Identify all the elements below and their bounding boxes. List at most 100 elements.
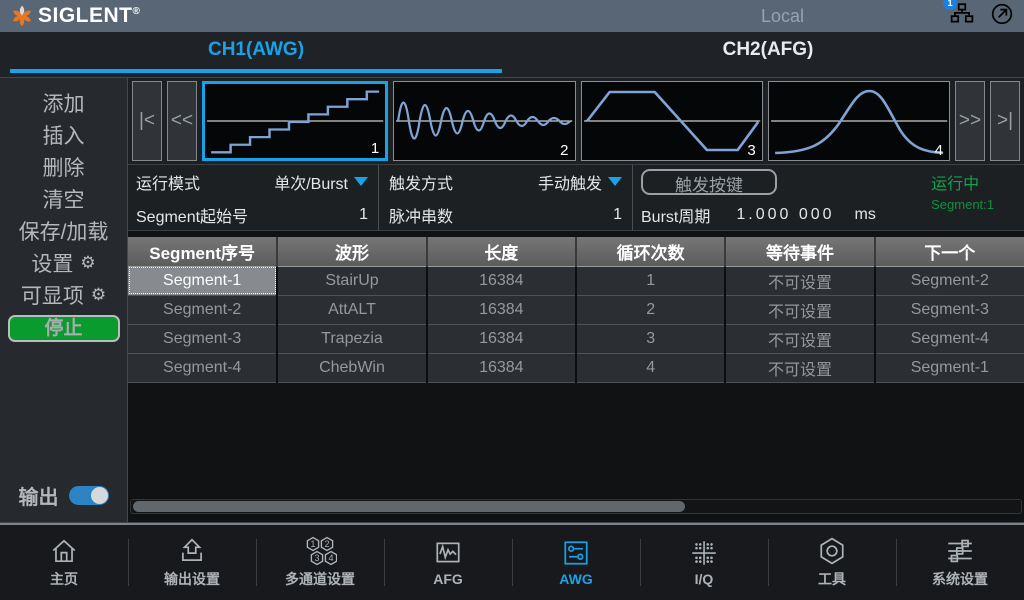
tab-ch1-label: CH1(AWG) xyxy=(207,39,305,60)
burst-period-unit: ms xyxy=(854,205,876,223)
cell-wait-event[interactable]: 不可设置 xyxy=(725,324,876,354)
output-arrow-icon xyxy=(182,538,202,561)
segment-table-area: Segment序号 波形 长度 循环次数 等待事件 下一个 Segment-1 … xyxy=(128,231,1024,522)
output-row: 输出 xyxy=(0,481,127,510)
channel-tabs: CH1(AWG) CH2(AFG) xyxy=(0,32,1024,77)
cell-next[interactable]: Segment-1 xyxy=(874,353,1024,383)
sidebar: 添加 插入 删除 清空 保存/加载 设置 ⚙ 可显项 ⚙ 停止 输出 xyxy=(0,78,128,522)
sidebar-item-insert[interactable]: 插入 xyxy=(0,119,127,151)
sidebar-item-display-options[interactable]: 可显项 ⚙ xyxy=(0,279,127,311)
strip-first-button[interactable]: |< xyxy=(132,81,162,161)
output-toggle[interactable] xyxy=(68,486,109,505)
waveform-thumb-trapezia[interactable]: 3 xyxy=(580,81,763,161)
scrollbar-thumb[interactable] xyxy=(133,501,685,512)
burst-period-label: Burst周期 xyxy=(641,208,711,226)
segment-start-value[interactable]: 1 xyxy=(359,206,368,224)
cell-segment[interactable]: Segment-1 xyxy=(128,266,279,296)
trigger-mode-dropdown[interactable]: 手动触发 xyxy=(538,170,622,194)
cell-length[interactable]: 16384 xyxy=(426,295,577,325)
sidebar-item-settings[interactable]: 设置 ⚙ xyxy=(0,247,127,279)
sidebar-item-add[interactable]: 添加 xyxy=(0,87,127,119)
cell-segment[interactable]: Segment-4 xyxy=(128,353,279,383)
burst-period-value[interactable]: 1.000 000 xyxy=(736,206,834,224)
pulse-count-value[interactable]: 1 xyxy=(613,206,622,224)
running-state-label: 运行中 xyxy=(931,176,980,193)
running-status: 运行中 Segment:1 xyxy=(931,170,994,212)
strip-prev-button[interactable]: << xyxy=(167,81,197,161)
chebwin-waveform-icon xyxy=(770,89,947,155)
cell-next[interactable]: Segment-4 xyxy=(874,324,1024,354)
cell-next[interactable]: Segment-2 xyxy=(874,266,1024,296)
running-segment-label: Segment:1 xyxy=(931,197,994,212)
cell-wait-event[interactable]: 不可设置 xyxy=(725,266,876,296)
nav-afg[interactable]: AFG xyxy=(384,525,512,600)
stairup-waveform-icon xyxy=(207,90,384,154)
strip-next-button[interactable]: >> xyxy=(955,81,985,161)
output-label: 输出 xyxy=(18,487,59,509)
burst-settings: 运行模式 单次/Burst 触发方式 手动触发 触发按键 Segment起始号 … xyxy=(128,165,1024,231)
waveform-thumb-chebwin[interactable]: 4 xyxy=(767,81,950,161)
afg-waveform-icon xyxy=(436,542,460,563)
cell-wait-event[interactable]: 不可设置 xyxy=(725,295,876,325)
awg-content: |< << 1 2 3 4 >> >| 运行模式 单次/Burst 触发方式 手… xyxy=(128,78,1024,522)
svg-text:4: 4 xyxy=(328,553,333,563)
tab-ch1-awg[interactable]: CH1(AWG) xyxy=(0,32,512,77)
strip-last-button[interactable]: >| xyxy=(990,81,1020,161)
system-sliders-icon xyxy=(948,539,972,563)
cell-waveform[interactable]: ChebWin xyxy=(277,353,428,383)
table-header-row: Segment序号 波形 长度 循环次数 等待事件 下一个 xyxy=(128,237,1024,267)
cell-next[interactable]: Segment-3 xyxy=(874,295,1024,325)
cell-loops[interactable]: 4 xyxy=(575,353,727,383)
cell-segment[interactable]: Segment-3 xyxy=(128,324,279,354)
trapezia-waveform-icon xyxy=(583,90,760,152)
sidebar-item-delete[interactable]: 删除 xyxy=(0,151,127,183)
cell-length[interactable]: 16384 xyxy=(426,353,577,383)
cell-loops[interactable]: 3 xyxy=(575,324,727,354)
nav-output-settings[interactable]: 输出设置 xyxy=(128,525,256,600)
table-row: Segment-1 StairUp 16384 1 不可设置 Segment-2 xyxy=(128,266,1024,296)
cell-waveform[interactable]: Trapezia xyxy=(277,324,428,354)
toggle-knob xyxy=(90,487,108,504)
stop-button[interactable]: 停止 xyxy=(7,315,120,342)
topbar: SIGLENT® Local 1 xyxy=(0,0,1024,32)
cell-length[interactable]: 16384 xyxy=(426,324,577,354)
nav-multi-channel[interactable]: 1 2 3 4 多通道设置 xyxy=(256,525,384,600)
local-status-label: Local xyxy=(760,5,804,26)
cell-loops[interactable]: 2 xyxy=(575,295,727,325)
segment-start-label: Segment起始号 xyxy=(136,208,249,226)
col-header-segment: Segment序号 xyxy=(128,237,279,267)
chevron-down-icon xyxy=(608,177,622,186)
cell-waveform[interactable]: AttALT xyxy=(277,295,428,325)
table-row: Segment-4 ChebWin 16384 4 不可设置 Segment-1 xyxy=(128,353,1024,383)
table-row: Segment-2 AttALT 16384 2 不可设置 Segment-3 xyxy=(128,295,1024,325)
tab-ch2-afg[interactable]: CH2(AFG) xyxy=(512,32,1024,77)
trigger-key-button[interactable]: 触发按键 xyxy=(641,168,777,195)
svg-text:1: 1 xyxy=(310,539,315,549)
table-row: Segment-3 Trapezia 16384 3 不可设置 Segment-… xyxy=(128,324,1024,354)
sidebar-item-save-load[interactable]: 保存/加载 xyxy=(0,215,127,247)
col-header-loops: 循环次数 xyxy=(575,237,727,267)
awg-sliders-icon xyxy=(564,541,588,565)
sidebar-item-clear[interactable]: 清空 xyxy=(0,183,127,215)
cell-waveform[interactable]: StairUp xyxy=(277,266,428,296)
col-header-waveform: 波形 xyxy=(277,237,428,267)
col-header-wait-event: 等待事件 xyxy=(725,237,876,267)
cell-segment[interactable]: Segment-2 xyxy=(128,295,279,325)
cell-length[interactable]: 16384 xyxy=(426,266,577,296)
run-mode-dropdown[interactable]: 单次/Burst xyxy=(274,170,368,194)
remote-link-icon[interactable] xyxy=(990,2,1014,31)
siglent-logo: SIGLENT® xyxy=(10,4,140,28)
waveform-thumb-stairup[interactable]: 1 xyxy=(202,81,389,161)
waveform-thumb-attalt[interactable]: 2 xyxy=(393,81,576,161)
nav-iq[interactable]: I/Q xyxy=(640,525,768,600)
nav-system-settings[interactable]: 系统设置 xyxy=(896,525,1024,600)
lan-network-icon[interactable]: 1 xyxy=(943,0,974,31)
svg-text:2: 2 xyxy=(324,539,329,549)
nav-tools[interactable]: 工具 xyxy=(768,525,896,600)
cell-loops[interactable]: 1 xyxy=(575,266,727,296)
cell-wait-event[interactable]: 不可设置 xyxy=(725,353,876,383)
nav-awg[interactable]: AWG xyxy=(512,525,640,600)
brand-text: SIGLENT® xyxy=(38,4,141,27)
nav-home[interactable]: 主页 xyxy=(0,525,128,600)
horizontal-scrollbar[interactable] xyxy=(130,499,1022,514)
